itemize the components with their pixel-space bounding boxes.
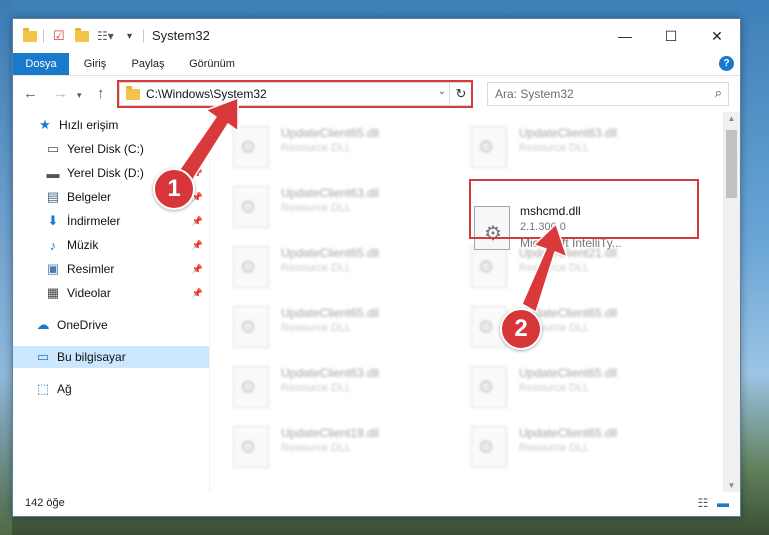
file-item[interactable]: UpdateClient65.dllResource DLL [211,300,441,350]
file-item[interactable]: UpdateClient19.dllResource DLL [211,420,441,470]
minimize-button[interactable]: — [602,19,648,53]
file-item[interactable]: UpdateClient63.dllResource DLL [211,360,441,410]
pictures-icon: ▣ [46,261,60,276]
nav-item-music[interactable]: ♪ Müzik 📌 [13,234,209,256]
status-bar: 142 öğe ☷ ▬ [13,492,740,516]
documents-icon: ▤ [46,189,60,204]
pin-icon[interactable]: 📌 [192,264,203,275]
search-placeholder: Ara: System32 [495,87,574,101]
computer-icon: ▭ [36,349,50,364]
pane-divider[interactable] [209,112,210,492]
drive-icon: ▭ [46,141,60,156]
close-button[interactable]: ✕ [694,19,740,53]
download-icon: ⬇ [47,213,59,228]
new-folder-icon[interactable] [75,27,89,44]
pin-icon[interactable]: 📌 [192,144,203,155]
tab-view[interactable]: Görünüm [181,53,243,75]
tab-share[interactable]: Paylaş [123,53,173,75]
file-item[interactable]: UpdateClient65.dllResource DLL [211,120,441,170]
video-icon: ▦ [46,285,60,300]
vertical-scrollbar[interactable]: ▲ ▼ [723,112,740,492]
nav-item-disk-c[interactable]: ▭ Yerel Disk (C:) 📌 [13,138,209,160]
step-1-badge: 1 [153,168,195,210]
step-2-badge: 2 [500,308,542,350]
nav-item-pictures[interactable]: ▣ Resimler 📌 [13,258,209,280]
nav-item-onedrive[interactable]: ☁ OneDrive [13,314,209,336]
nav-item-quick-access[interactable]: ★ Hızlı erişim [13,114,209,136]
back-arrow-icon[interactable]: ← [23,85,38,102]
pin-icon[interactable]: 📌 [192,240,203,251]
search-icon[interactable]: ⌕ [715,85,722,101]
ribbon-tabs: Dosya Giriş Paylaş Görünüm ? [13,53,740,76]
tab-home[interactable]: Giriş [75,53,115,75]
window-title: System32 [152,28,210,43]
up-arrow-icon[interactable]: ↑ [97,85,105,102]
scroll-down-icon[interactable]: ▼ [723,481,740,490]
file-item[interactable]: UpdateClient63.dllResource DLL [211,180,441,230]
item-count: 142 öğe [25,497,65,509]
desktop-background [0,0,12,535]
title-bar: ☑ ☷▾ ▾ System32 — ☐ ✕ [13,19,740,53]
pin-icon[interactable]: 📌 [192,216,203,227]
tab-file[interactable]: Dosya [13,53,69,75]
scroll-up-icon[interactable]: ▲ [723,114,740,123]
file-item[interactable]: UpdateClient65.dllResource DLL [449,360,679,410]
pin-icon[interactable]: 📌 [192,288,203,299]
file-item[interactable]: UpdateClient65.dllResource DLL [449,300,679,350]
network-icon: ⬚ [36,381,50,396]
recent-locations-icon[interactable]: ▾ [77,90,82,101]
file-highlight-box [469,179,699,239]
details-view-icon[interactable]: ☷ [695,496,711,510]
search-input[interactable]: Ara: System32 ⌕ [487,82,729,106]
file-item[interactable]: UpdateClient65.dllResource DLL [211,240,441,290]
nav-item-network[interactable]: ⬚ Ağ [13,378,209,400]
nav-item-videos[interactable]: ▦ Videolar 📌 [13,282,209,304]
star-icon: ★ [39,117,51,132]
music-icon: ♪ [49,237,57,253]
customize-toolbar-icon[interactable]: ▾ [127,28,132,44]
file-item[interactable]: UpdateClient65.dllResource DLL [449,420,679,470]
drive-icon: ▬ [46,165,60,181]
cloud-icon: ☁ [36,317,50,332]
scroll-thumb[interactable] [726,130,737,198]
file-list: UpdateClient65.dllResource DLL UpdateCli… [211,112,723,492]
maximize-button[interactable]: ☐ [648,19,694,53]
address-row: ← → ▾ ↑ C:\Windows\System32 ⌄ ↻ Ara: Sys… [13,76,740,112]
forward-arrow-icon[interactable]: → [53,85,68,102]
file-item[interactable]: UpdateClient63.dllResource DLL [449,120,679,170]
window-folder-icon [23,27,37,44]
properties-icon[interactable]: ☑ [53,28,65,44]
explorer-window: ☑ ☷▾ ▾ System32 — ☐ ✕ Dosya Giriş Paylaş… [12,18,741,517]
nav-item-downloads[interactable]: ⬇ İndirmeler 📌 [13,210,209,232]
nav-item-this-pc[interactable]: ▭ Bu bilgisayar [13,346,209,368]
view-options-icon[interactable]: ☷▾ [97,28,114,44]
address-highlight-box [117,80,473,108]
help-icon[interactable]: ? [719,56,734,71]
tiles-view-icon[interactable]: ▬ [715,496,731,510]
pin-icon[interactable]: 📌 [192,168,203,179]
